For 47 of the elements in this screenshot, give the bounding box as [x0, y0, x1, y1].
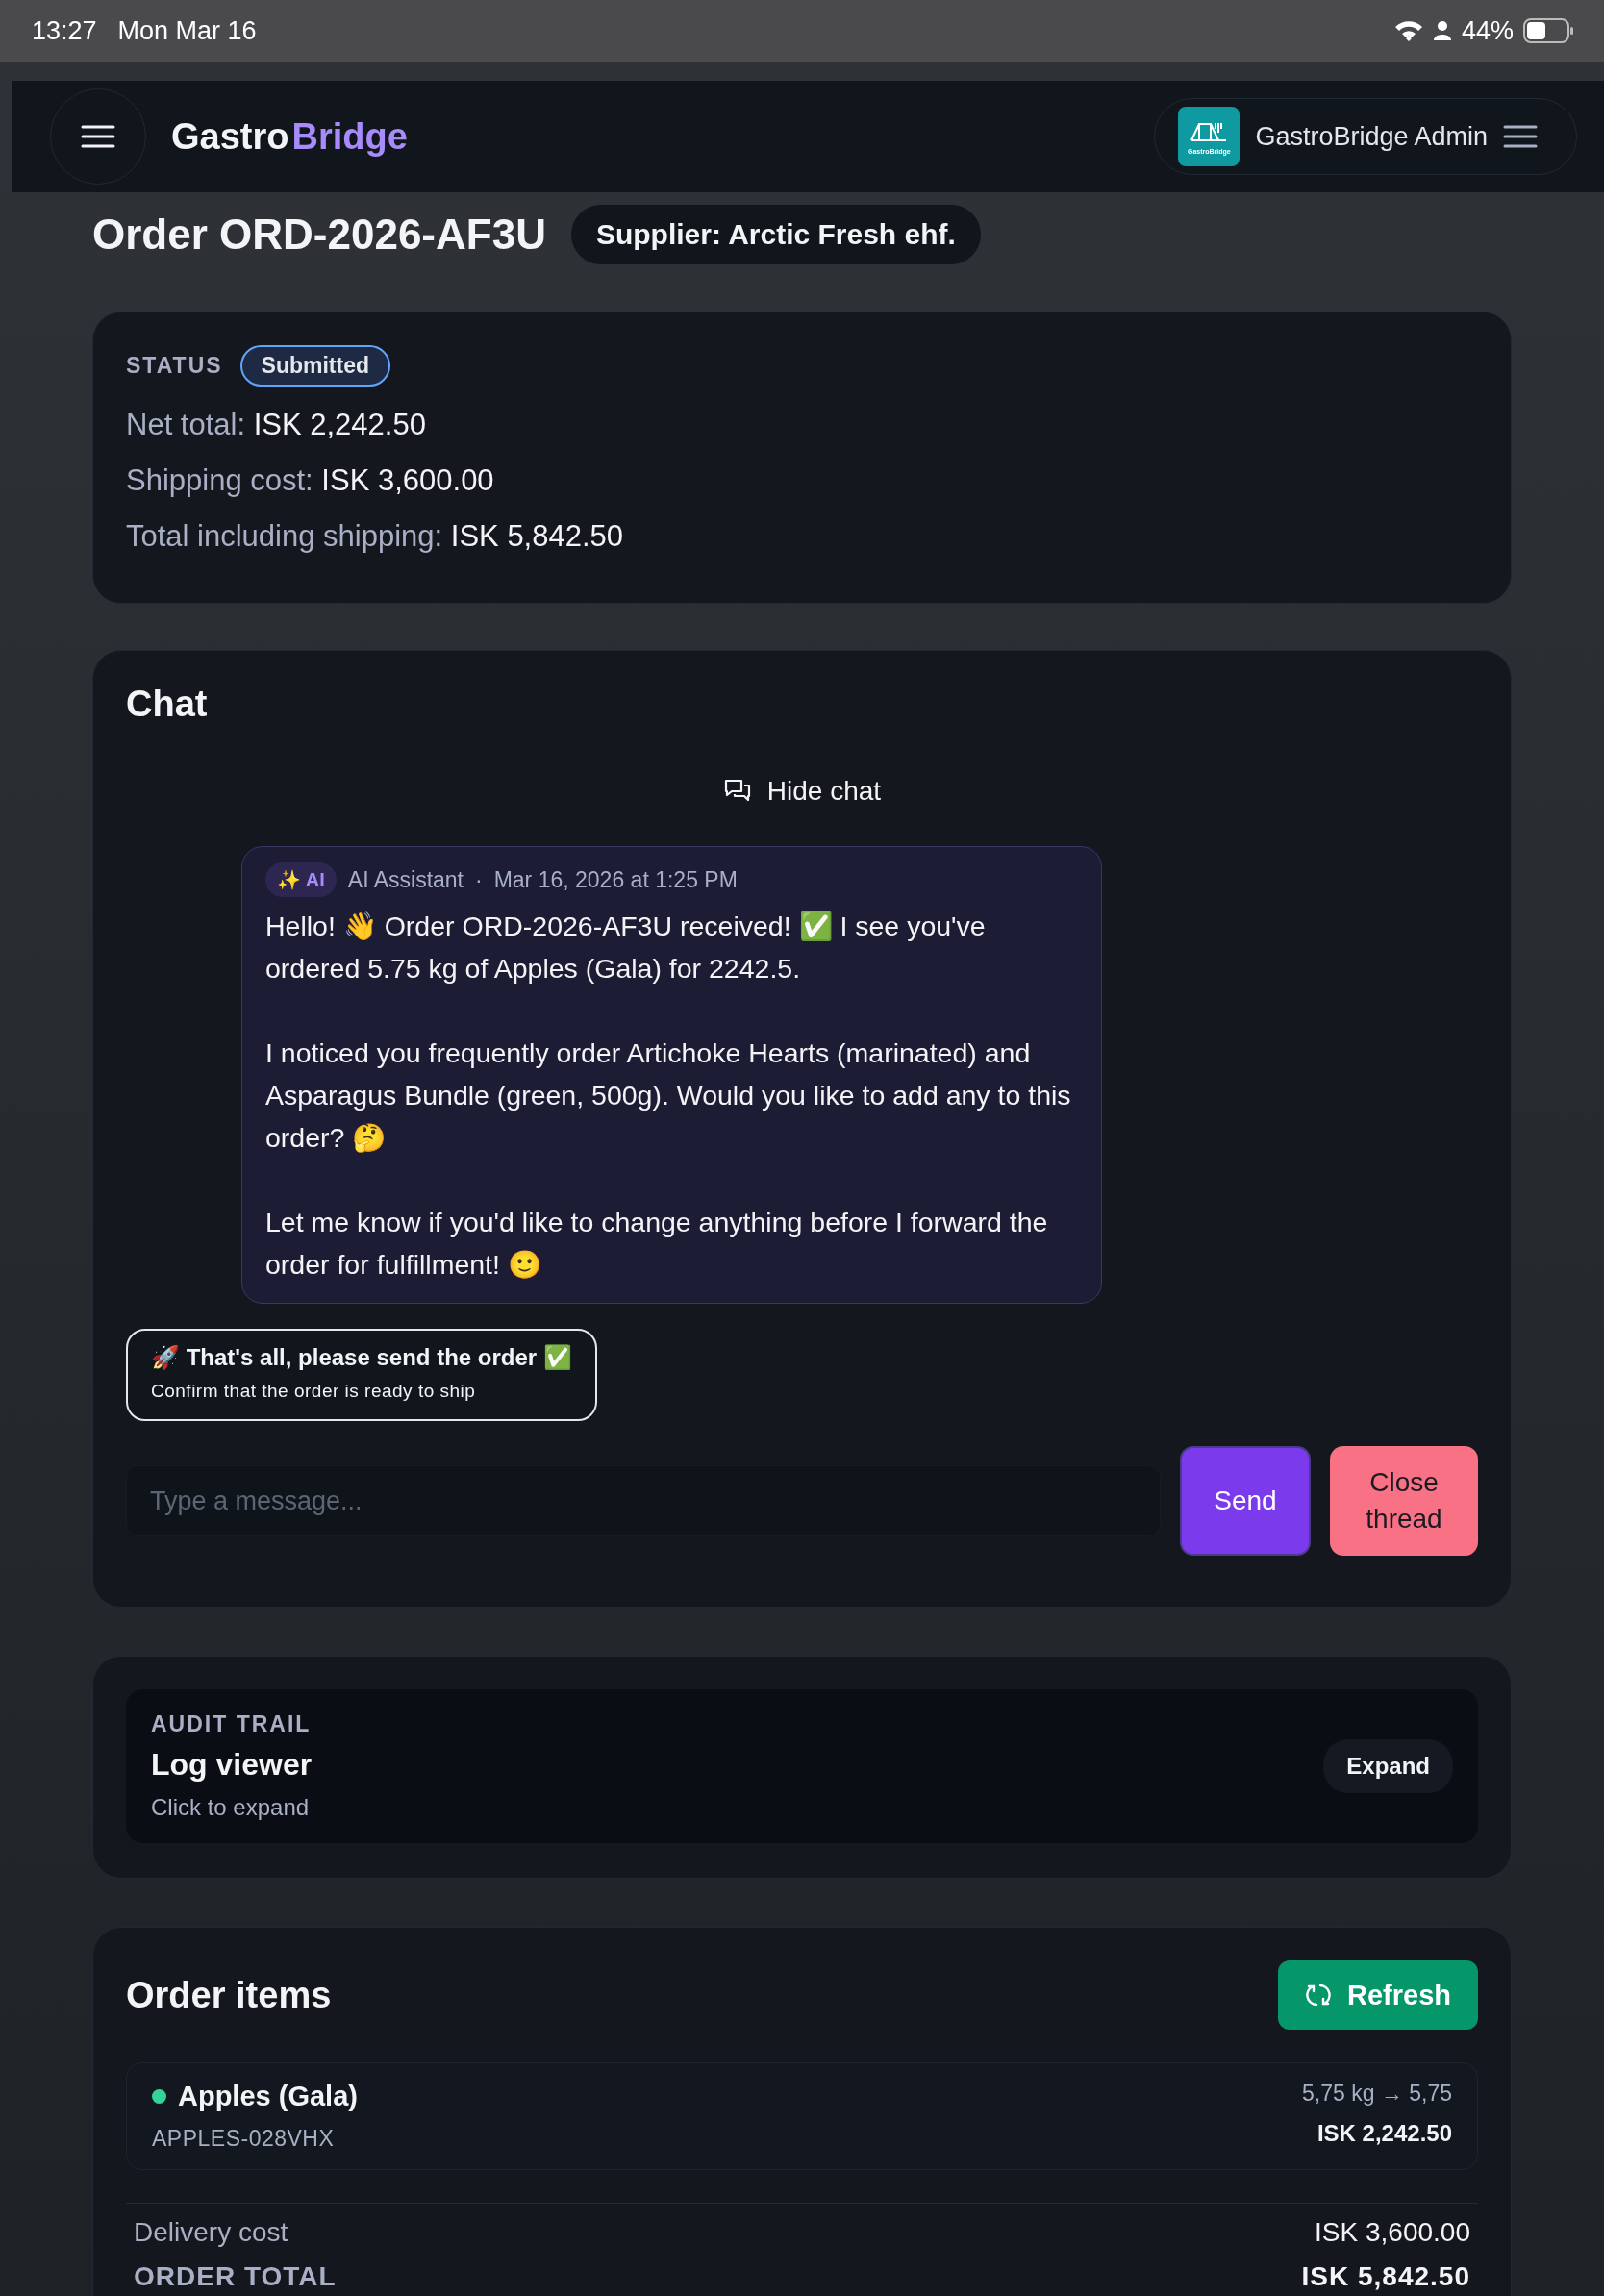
status-date: Mon Mar 16 [117, 15, 257, 46]
battery-icon [1523, 18, 1575, 43]
audit-hint: Click to expand [151, 1794, 311, 1821]
total-value: ISK 3,600.00 [1315, 2217, 1470, 2248]
message-text: I noticed you frequently order Artichoke Hearts (marinated) and Asparagus Bundle (green, 500g). Would you like to add any to this order? 🤔 [265, 1036, 1072, 1155]
audit-title: Log viewer [151, 1747, 313, 1783]
status-badge: Submitted [239, 345, 391, 387]
message-input[interactable]: Type a message... [126, 1465, 1161, 1536]
total-label: ORDER TOTAL [134, 2261, 337, 2292]
separator-dot: · [475, 866, 483, 893]
item-name: Apples (Gala) [178, 2081, 358, 2112]
item-price: ISK 2,242.50 [1316, 2120, 1452, 2147]
brand-name: Gastro [171, 115, 289, 158]
chat-title: Chat [126, 684, 209, 725]
ai-badge: ✨ AI [265, 862, 337, 897]
message-text: Let me know if you'd like to change anything before I forward the order for fulfillment! 🙂 [265, 1206, 1049, 1282]
order-items-title: Order items [126, 1974, 332, 2016]
item-quantity: 5,75 kg → 5,75 [1302, 2081, 1452, 2107]
message-time: Mar 16, 2026 at 1:25 PM [493, 866, 738, 893]
total-label: Delivery cost [134, 2217, 288, 2248]
menu-icon [81, 124, 115, 149]
supplier-badge: Supplier: Arctic Fresh ehf. [570, 205, 981, 264]
audit-panel[interactable]: AUDIT TRAIL Log viewer Click to expand Expand [126, 1689, 1478, 1843]
refresh-icon [1305, 1982, 1332, 2009]
audit-label: AUDIT TRAIL [151, 1711, 313, 1737]
hide-chat-button[interactable]: Hide chat [716, 775, 888, 808]
account-name: GastroBridge Admin [1255, 121, 1488, 152]
item-sku: APPLES-028VHX [152, 2126, 336, 2152]
battery-percentage: 44% [1461, 15, 1514, 46]
wifi-icon [1393, 20, 1423, 41]
menu-icon [1503, 124, 1538, 149]
total-value: ISK 5,842.50 [1301, 2261, 1470, 2292]
status-time: 13:27 [32, 15, 97, 46]
order-title: Order ORD-2026-AF3U [92, 211, 546, 259]
message-author: AI Assistant [347, 866, 464, 893]
close-thread-button[interactable]: Close thread [1330, 1446, 1478, 1556]
brand-name-accent: Bridge [291, 115, 408, 158]
status-label: STATUS [126, 353, 223, 379]
summary-line: Total including shipping: ISK 5,842.50 [126, 519, 625, 554]
send-button[interactable]: Send [1180, 1446, 1311, 1556]
summary-line: Net total: ISK 2,242.50 [126, 408, 427, 442]
summary-line: Shipping cost: ISK 3,600.00 [126, 463, 495, 498]
refresh-button[interactable]: Refresh [1278, 1960, 1478, 2030]
message-text: Hello! 👋 Order ORD-2026-AF3U received! ✅ I see you've ordered 5.75 kg of Apples (Gala) for 2242.5. [265, 910, 987, 986]
expand-button[interactable]: Expand [1323, 1739, 1453, 1793]
person-icon [1432, 20, 1452, 41]
quick-reply-button[interactable]: 🚀 That's all, please send the order ✅ Confirm that the order is ready to ship [126, 1329, 597, 1421]
